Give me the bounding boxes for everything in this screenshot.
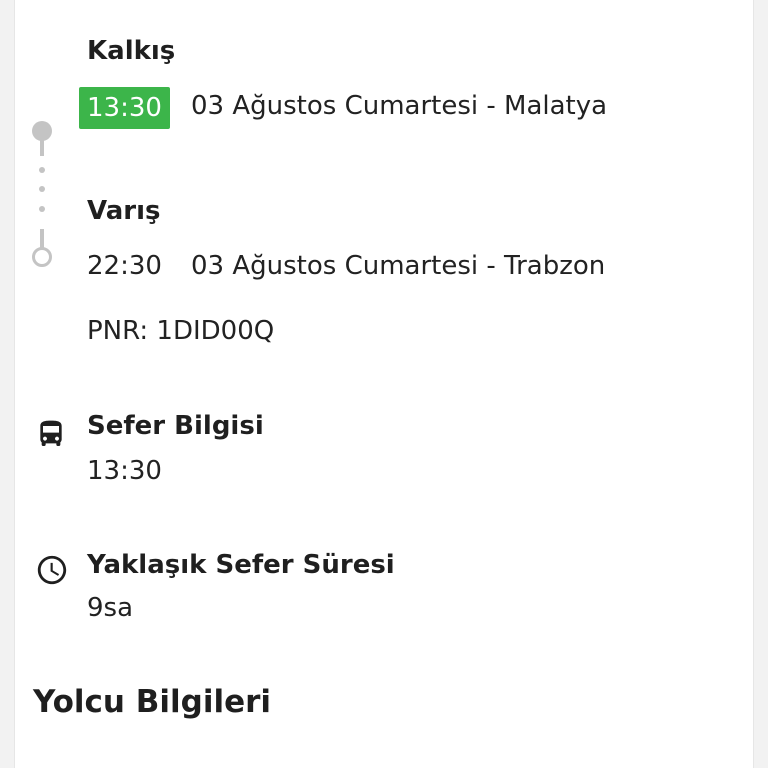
passenger-section-title: Yolcu Bilgileri: [33, 684, 272, 720]
timeline-dot: [39, 167, 45, 173]
clock-icon: [35, 553, 69, 587]
arrival-time: 22:30: [87, 251, 162, 281]
departure-label: Kalkış: [87, 36, 176, 66]
timeline-start-stem: [40, 138, 44, 156]
arrival-label: Varış: [87, 196, 161, 226]
timeline-end-node: [32, 247, 52, 267]
pnr-code: PNR: 1DID00Q: [87, 316, 275, 346]
trip-info-value: 13:30: [87, 456, 162, 486]
bus-icon: [35, 418, 67, 450]
timeline-dot: [39, 186, 45, 192]
arrival-description: 03 Ağustos Cumartesi - Trabzon: [191, 251, 606, 281]
departure-description: 03 Ağustos Cumartesi - Malatya: [191, 91, 608, 121]
timeline-end-stem: [40, 229, 44, 249]
timeline-dot: [39, 206, 45, 212]
departure-time-badge: 13:30: [79, 87, 170, 129]
duration-label: Yaklaşık Sefer Süresi: [87, 550, 395, 580]
trip-info-label: Sefer Bilgisi: [87, 411, 264, 441]
duration-value: 9sa: [87, 593, 134, 623]
